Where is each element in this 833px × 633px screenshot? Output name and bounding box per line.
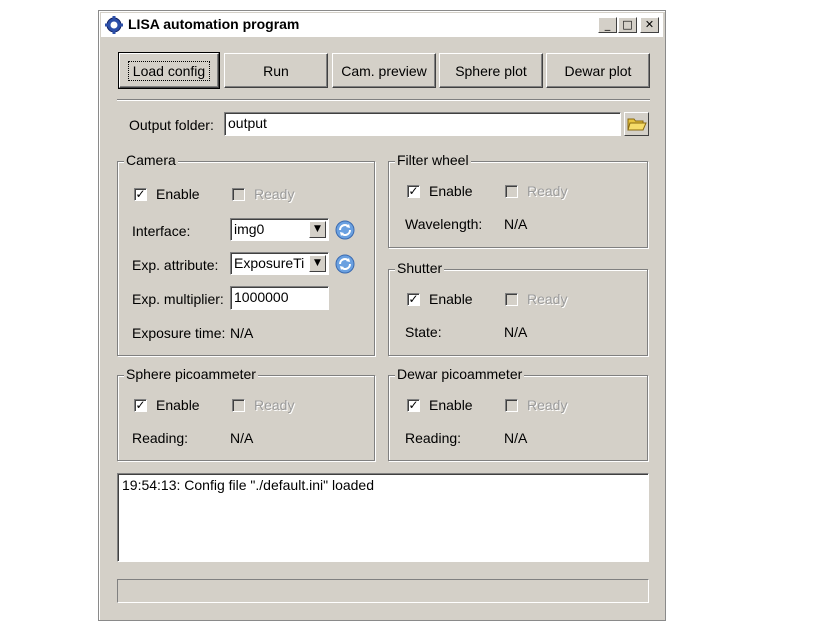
- run-label: Run: [263, 62, 289, 79]
- app-gear-icon: [105, 16, 123, 34]
- browse-folder-button[interactable]: [624, 112, 649, 136]
- check-icon: ✓: [408, 184, 419, 198]
- shutter-group: Shutter: [388, 260, 648, 356]
- dewar-plot-label: Dewar plot: [564, 62, 632, 79]
- check-icon: ✓: [135, 398, 146, 412]
- output-folder-input[interactable]: output: [224, 112, 621, 136]
- shutter-enable-label: Enable: [429, 291, 473, 307]
- sphere-picoammeter-group: Sphere picoammeter: [117, 366, 375, 461]
- dewar-pico-enable-label: Enable: [429, 397, 473, 413]
- filter-wheel-ready-checkbox: [505, 185, 518, 198]
- sphere-plot-button[interactable]: Sphere plot: [439, 53, 543, 88]
- log-line: 19:54:13: Config file "./default.ini" lo…: [122, 477, 374, 493]
- shutter-state-label: State:: [405, 324, 442, 340]
- run-button[interactable]: Run: [224, 53, 328, 88]
- check-icon: ✓: [135, 187, 146, 201]
- dewar-picoammeter-group: Dewar picoammeter: [388, 366, 648, 461]
- shutter-group-title: Shutter: [395, 260, 445, 276]
- dewar-reading-value: N/A: [504, 430, 528, 446]
- shutter-ready-checkbox: [505, 293, 518, 306]
- folder-icon: [627, 118, 647, 131]
- filter-wheel-enable-checkbox[interactable]: ✓: [407, 185, 420, 198]
- chevron-down-icon[interactable]: ▼: [309, 221, 326, 238]
- interface-select[interactable]: img0 ▼: [230, 218, 329, 241]
- dewar-picoammeter-group-title: Dewar picoammeter: [395, 366, 525, 382]
- shutter-enable-checkbox[interactable]: ✓: [407, 293, 420, 306]
- exp-attribute-label: Exp. attribute:: [132, 257, 219, 273]
- filter-wheel-group: Filter wheel: [388, 152, 648, 248]
- sphere-plot-label: Sphere plot: [455, 62, 527, 79]
- maximize-button[interactable]: □: [618, 17, 637, 33]
- dewar-pico-ready-label: Ready: [527, 397, 568, 413]
- refresh-interface-icon[interactable]: [334, 219, 356, 241]
- dewar-pico-ready-checkbox: [505, 399, 518, 412]
- sphere-pico-enable-checkbox[interactable]: ✓: [134, 399, 147, 412]
- separator: [117, 99, 650, 101]
- exposure-time-label: Exposure time:: [132, 325, 226, 341]
- filter-wheel-enable-label: Enable: [429, 183, 473, 199]
- chevron-down-icon[interactable]: ▼: [309, 255, 326, 272]
- close-button[interactable]: ✕: [640, 17, 659, 33]
- exposure-time-value: N/A: [230, 325, 254, 341]
- exp-attribute-value: ExposureTi: [234, 255, 305, 271]
- dewar-pico-enable-checkbox[interactable]: ✓: [407, 399, 420, 412]
- filter-wheel-group-title: Filter wheel: [395, 152, 471, 168]
- dewar-reading-label: Reading:: [405, 430, 462, 446]
- cam-preview-button[interactable]: Cam. preview: [332, 53, 436, 88]
- dewar-plot-button[interactable]: Dewar plot: [546, 53, 650, 88]
- title-bar[interactable]: LISA automation program _ □ ✕: [101, 13, 663, 37]
- close-icon: ✕: [644, 18, 655, 31]
- load-config-label: Load config: [127, 60, 211, 81]
- sphere-pico-ready-label: Ready: [254, 397, 295, 413]
- minimize-button[interactable]: _: [598, 17, 617, 33]
- status-bar: [117, 579, 649, 603]
- main-window: LISA automation program _ □ ✕ Load confi…: [98, 10, 666, 621]
- camera-ready-label: Ready: [254, 186, 295, 202]
- minimize-icon: _: [604, 18, 611, 31]
- camera-enable-checkbox[interactable]: ✓: [134, 188, 147, 201]
- sphere-reading-value: N/A: [230, 430, 254, 446]
- sphere-reading-label: Reading:: [132, 430, 189, 446]
- camera-enable-label: Enable: [156, 186, 200, 202]
- shutter-state-value: N/A: [504, 324, 528, 340]
- sphere-picoammeter-group-title: Sphere picoammeter: [124, 366, 258, 382]
- check-icon: ✓: [408, 292, 419, 306]
- wavelength-label: Wavelength:: [405, 216, 483, 232]
- camera-group-title: Camera: [124, 152, 178, 168]
- interface-label: Interface:: [132, 223, 191, 239]
- interface-value: img0: [234, 221, 265, 237]
- sphere-pico-enable-label: Enable: [156, 397, 200, 413]
- maximize-icon: □: [622, 18, 633, 31]
- sphere-pico-ready-checkbox: [232, 399, 245, 412]
- wavelength-value: N/A: [504, 216, 528, 232]
- exp-multiplier-label: Exp. multiplier:: [132, 291, 224, 307]
- load-config-button[interactable]: Load config: [118, 52, 220, 89]
- cam-preview-label: Cam. preview: [341, 62, 427, 79]
- refresh-attribute-icon[interactable]: [334, 253, 356, 275]
- exp-multiplier-input[interactable]: 1000000: [230, 286, 329, 310]
- exp-attribute-select[interactable]: ExposureTi ▼: [230, 252, 329, 275]
- shutter-ready-label: Ready: [527, 291, 568, 307]
- log-textbox[interactable]: 19:54:13: Config file "./default.ini" lo…: [117, 473, 649, 562]
- check-icon: ✓: [408, 398, 419, 412]
- camera-ready-checkbox: [232, 188, 245, 201]
- output-folder-label: Output folder:: [129, 117, 214, 133]
- window-title: LISA automation program: [128, 16, 300, 32]
- filter-wheel-ready-label: Ready: [527, 183, 568, 199]
